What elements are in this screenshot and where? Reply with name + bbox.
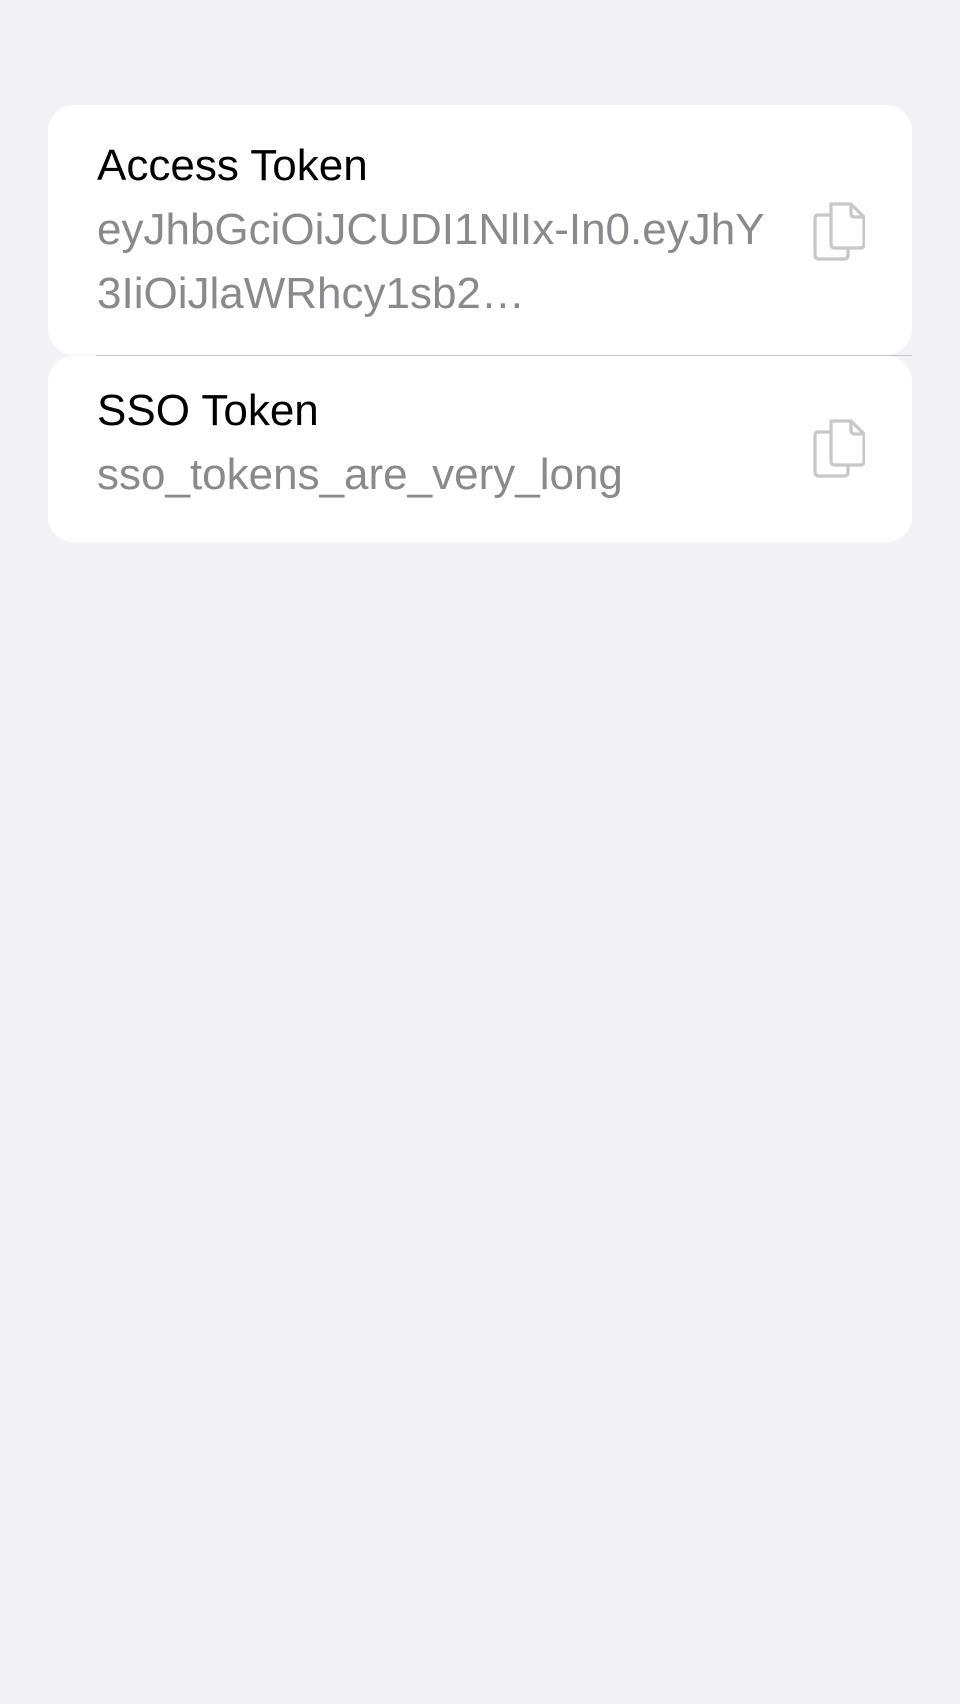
- token-value: sso_tokens_are_very_long: [97, 450, 623, 499]
- token-title: Access Token: [97, 141, 368, 190]
- copy-sso-token-button[interactable]: [812, 417, 866, 479]
- token-row-access: Access Token eyJhbGciOiJCUDI1NlIx-In0.ey…: [48, 105, 912, 355]
- token-row-sso: SSO Token sso_tokens_are_very_long: [48, 356, 912, 542]
- copy-access-token-button[interactable]: [812, 200, 866, 262]
- copy-icon: [813, 419, 865, 478]
- token-value: eyJhbGciOiJCUDI1NlIx-In0.eyJhY3IiOiJlaWR…: [97, 205, 765, 318]
- token-title: SSO Token: [97, 386, 319, 435]
- copy-icon: [813, 202, 865, 261]
